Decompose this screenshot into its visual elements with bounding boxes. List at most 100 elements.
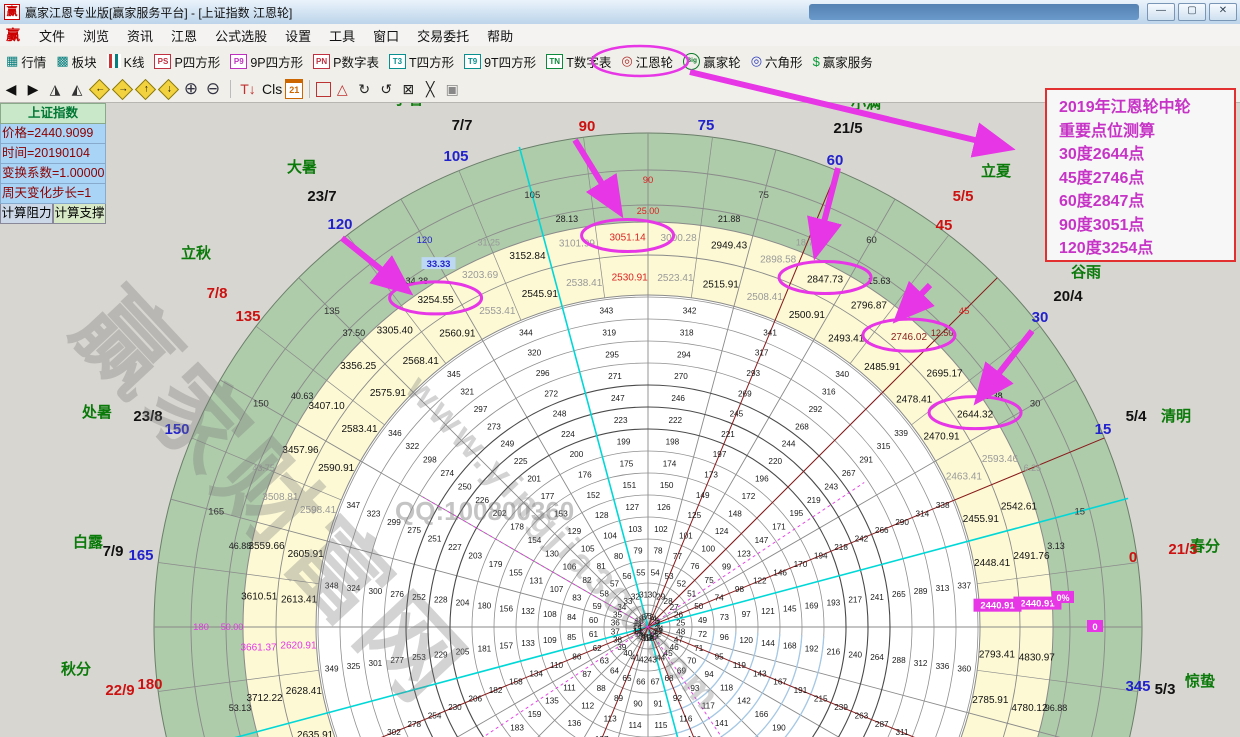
wheel-spiral-number: 172: [742, 492, 756, 501]
t-square-button[interactable]: T3T四方形: [389, 52, 454, 71]
cls-button[interactable]: Cls: [262, 81, 282, 97]
quotes-button[interactable]: ▦行情: [6, 52, 46, 71]
t-down-icon[interactable]: T↓: [240, 81, 256, 97]
solar-term-label: 大暑: [287, 158, 317, 176]
wheel-outer-price-label: 2593.46: [982, 454, 1019, 465]
calendar-icon[interactable]: 21: [285, 79, 303, 99]
wheel-percent-label: 46.88: [229, 541, 252, 551]
wheel-spiral-number: 156: [499, 604, 513, 613]
pan-right-icon[interactable]: →: [112, 78, 133, 99]
menu-8[interactable]: 交易委托: [408, 29, 478, 44]
triangle-tool-icon[interactable]: △: [334, 81, 350, 98]
instrument-info-panel: 上证指数 价格=2440.9099 时间=20190104 变换系数=1.000…: [0, 103, 106, 224]
kline-button[interactable]: K线: [107, 52, 145, 71]
wheel-spiral-number: 273: [487, 422, 501, 431]
wheel-inner-price-label: 2448.41: [974, 558, 1011, 569]
menu-6[interactable]: 工具: [320, 29, 364, 44]
9t-square-button-label: 9T四方形: [484, 52, 536, 71]
winner-service-button[interactable]: $赢家服务: [813, 52, 873, 71]
wheel-spiral-number: 292: [809, 405, 823, 414]
wheel-spiral-number: 301: [369, 659, 383, 668]
date-label: 20/4: [1053, 288, 1083, 305]
square-tool-icon[interactable]: [316, 82, 331, 97]
wheel-spiral-number: 146: [773, 568, 787, 577]
wheel-spiral-number: 226: [475, 496, 489, 505]
wheel-spiral-number: 272: [544, 389, 558, 398]
scale-icon[interactable]: ╳: [422, 81, 438, 98]
wheel-spiral-number: 67: [651, 678, 661, 687]
menu-3[interactable]: 江恩: [162, 29, 206, 44]
wheel-spiral-number: 61: [589, 630, 599, 639]
menu-1[interactable]: 浏览: [74, 29, 118, 44]
9t-square-button[interactable]: T99T四方形: [464, 52, 536, 71]
wheel-spiral-number: 300: [369, 587, 383, 596]
flip-up-icon[interactable]: ◮: [47, 81, 63, 98]
9p-square-button[interactable]: P99P四方形: [230, 52, 303, 71]
outer-angle-label: 150: [164, 421, 189, 438]
calc-resistance-button[interactable]: 计算阻力: [0, 204, 53, 224]
rotate-ccw-icon[interactable]: ↺: [378, 81, 394, 98]
kline-button-label: K线: [124, 52, 145, 71]
wheel-spiral-number: 72: [698, 630, 708, 639]
outer-angle-label: 60: [827, 152, 844, 169]
nav-right-icon[interactable]: ▶: [25, 81, 41, 98]
menu-0[interactable]: 文件: [30, 29, 74, 44]
date-label: 21/3: [1168, 541, 1197, 558]
wheel-spiral-number: 76: [690, 562, 700, 571]
wheel-spiral-number: 219: [807, 496, 821, 505]
minimize-button[interactable]: —: [1147, 3, 1175, 21]
wheel-spiral-number: 316: [822, 387, 836, 396]
p-table-button[interactable]: PNP数字表: [313, 52, 379, 71]
wheel-spiral-number: 194: [814, 551, 828, 560]
wheel-spiral-number: 151: [622, 481, 636, 490]
wheel-spiral-number: 63: [600, 656, 610, 665]
menu-4[interactable]: 公式选股: [206, 29, 276, 44]
sectors-button[interactable]: ▩板块: [56, 52, 96, 71]
close-button[interactable]: ✕: [1209, 3, 1237, 21]
t-table-button[interactable]: TNT数字表: [546, 52, 611, 71]
wheel-inner-price-label: 2493.41: [828, 334, 865, 345]
wheel-spiral-number: 177: [541, 492, 555, 501]
zoom-out-icon[interactable]: ⊖: [205, 79, 221, 99]
wheel-spiral-number: 205: [456, 647, 470, 656]
screen-icon[interactable]: ▣: [444, 81, 460, 98]
wheel-spiral-number: 127: [625, 503, 639, 512]
wheel-spiral-number: 107: [550, 585, 564, 594]
wheel-spiral-number: 49: [698, 616, 708, 625]
rotate-cw-icon[interactable]: ↻: [356, 81, 372, 98]
pan-up-icon[interactable]: ↑: [135, 78, 156, 99]
gann-wheel-button[interactable]: ◎江恩轮: [621, 52, 673, 71]
wheel-spiral-number: 104: [603, 532, 617, 541]
select-box-icon[interactable]: ⊠: [400, 81, 416, 98]
menu-5[interactable]: 设置: [276, 29, 320, 44]
winner-wheel-button[interactable]: Big赢家轮: [683, 52, 741, 71]
wheel-spiral-number: 73: [720, 613, 730, 622]
wheel-percent-label: 3.13: [1047, 541, 1065, 551]
solar-term-label: 秋分: [61, 660, 91, 678]
calc-support-button[interactable]: 计算支撑: [53, 204, 106, 224]
ps-box-icon: PS: [154, 54, 171, 69]
menu-2[interactable]: 资讯: [118, 29, 162, 44]
app-logo-icon: 赢: [6, 25, 20, 45]
wheel-spiral-number: 56: [622, 572, 632, 581]
flip-down-icon[interactable]: ◭: [69, 81, 85, 98]
wheel-spiral-number: 128: [595, 511, 609, 520]
hexagon-button[interactable]: ◎六角形: [751, 52, 803, 71]
wheel-spiral-number: 112: [581, 702, 594, 711]
pan-down-icon[interactable]: ↓: [158, 78, 179, 99]
menu-7[interactable]: 窗口: [364, 29, 408, 44]
quotes-button-label: 行情: [21, 52, 46, 71]
app-icon: 赢: [4, 4, 20, 20]
pan-left-icon[interactable]: ←: [89, 78, 110, 99]
p-square-button[interactable]: PSP四方形: [154, 52, 220, 71]
nav-left-icon[interactable]: ◀: [3, 81, 19, 98]
zoom-in-icon[interactable]: ⊕: [183, 79, 199, 99]
wheel-spiral-number: 155: [509, 568, 523, 577]
date-row: 时间=20190104: [0, 144, 106, 164]
wheel-spiral-number: 220: [768, 457, 782, 466]
wheel-spiral-number: 299: [387, 518, 401, 527]
menu-9[interactable]: 帮助: [478, 29, 522, 44]
wheel-spiral-number: 101: [679, 532, 693, 541]
maximize-button[interactable]: ▢: [1178, 3, 1206, 21]
dollar-icon: $: [813, 54, 820, 69]
